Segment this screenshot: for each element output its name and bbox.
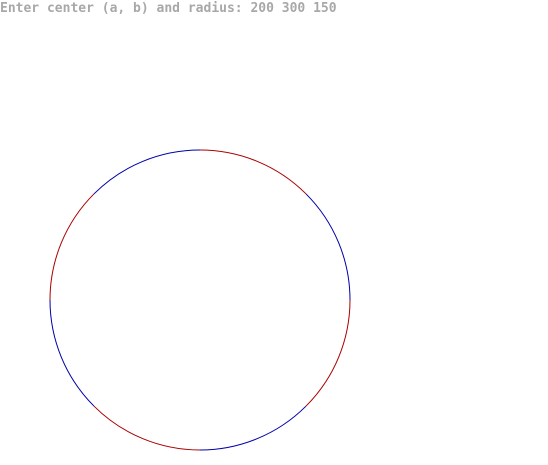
circle-octant-arc xyxy=(93,405,201,451)
circle-octant-arc xyxy=(199,405,307,451)
circle-octant-arc xyxy=(199,149,307,195)
circle-octant-arc xyxy=(305,299,351,407)
circle-octant-arc xyxy=(93,149,201,195)
circle-octant-arc xyxy=(305,193,351,301)
circle-drawing xyxy=(49,149,351,451)
circle-octant-arc xyxy=(49,299,95,407)
console-window: Enter center (a, b) and radius: 200 300 … xyxy=(0,0,548,465)
circle-octant-arc xyxy=(49,193,95,301)
